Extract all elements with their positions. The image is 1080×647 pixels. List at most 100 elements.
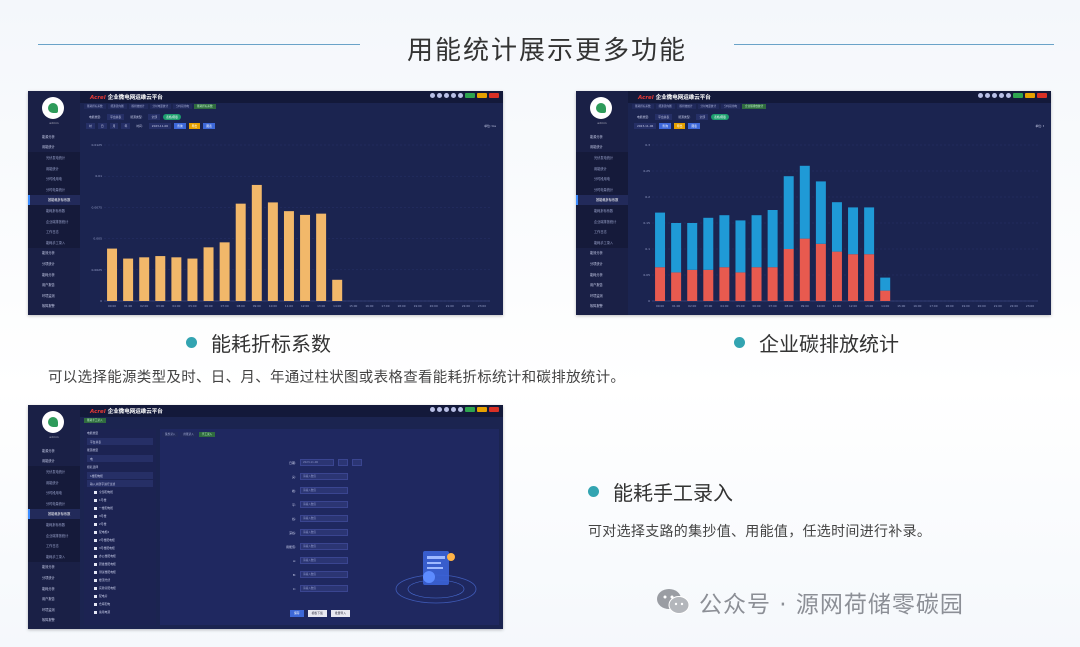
sidebar-item-bottom-2[interactable]: 能耗分析 <box>28 583 80 594</box>
sidebar-subitem-7[interactable]: 工作日志 <box>28 226 80 237</box>
tree-node[interactable]: 测试楼配电柜 <box>84 568 156 576</box>
tree-node[interactable]: 办公楼配电柜 <box>84 552 156 560</box>
checkbox-icon[interactable] <box>94 538 97 542</box>
screen-icon[interactable] <box>444 407 449 412</box>
query-button[interactable]: 查询 <box>174 122 186 129</box>
sidebar-item-bottom-1[interactable]: 分项统计 <box>576 258 628 269</box>
sidebar-subitem-7[interactable]: 工作日志 <box>28 540 80 551</box>
sidebar-subitem-8[interactable]: 能耗手工录入 <box>28 550 80 562</box>
sidebar-item-top-0[interactable]: 能源分析 <box>28 131 80 142</box>
sidebar-item-bottom-3[interactable]: 用户报告 <box>576 279 628 290</box>
field-input[interactable]: 请输入数值 <box>300 487 348 494</box>
tab-0[interactable]: 集抄录入 <box>162 432 179 437</box>
sidebar-subitem-2[interactable]: 分时段用电 <box>28 173 80 184</box>
status-yellow-badge[interactable] <box>477 407 487 412</box>
tree-node[interactable]: 仓库配电 <box>84 600 156 608</box>
status-red-badge[interactable] <box>1037 93 1047 98</box>
tree-search-input[interactable]: 输入关键字进行过滤 <box>87 480 153 487</box>
sidebar-item-bottom-2[interactable]: 能耗分析 <box>28 269 80 280</box>
search-icon[interactable] <box>978 93 983 98</box>
tree-node[interactable]: 3号楼 <box>84 512 156 520</box>
sidebar-subitem-2[interactable]: 分时段用电 <box>28 487 80 498</box>
checkbox-icon[interactable] <box>94 506 97 510</box>
tree-node[interactable]: 研发楼配电柜 <box>84 560 156 568</box>
checkbox-icon[interactable] <box>94 594 97 598</box>
area-select[interactable]: 平台总表 <box>107 113 125 120</box>
period-month[interactable]: 月 <box>109 122 119 129</box>
area-select[interactable]: 平台总表 <box>655 113 673 120</box>
tab-4[interactable]: 分时段用电 <box>721 104 741 109</box>
sidebar-item-bottom-1[interactable]: 分项统计 <box>28 258 80 269</box>
chart-button[interactable]: 图表 <box>688 122 701 129</box>
tab-3[interactable]: 分时电量统计 <box>697 104 720 109</box>
sidebar-subitem-0[interactable]: 光伏发电统计 <box>576 152 628 163</box>
date-input[interactable]: 2023-11-06 <box>300 459 334 466</box>
checkbox-icon[interactable] <box>94 586 97 590</box>
checkbox-icon[interactable] <box>94 562 97 566</box>
hour-select[interactable] <box>338 459 348 466</box>
status-green-badge[interactable] <box>465 407 475 412</box>
field-input[interactable]: 请输入数值 <box>300 571 348 578</box>
tab-2[interactable]: 碳排放统计 <box>128 104 148 109</box>
sidebar-item-bottom-0[interactable]: 能效分析 <box>28 248 80 259</box>
sidebar-item-bottom-4[interactable]: 环境监测 <box>28 290 80 301</box>
export-button[interactable]: 导出 <box>673 122 686 129</box>
fullscreen-icon[interactable] <box>999 93 1004 98</box>
sidebar-subitem-1[interactable]: 用能统计 <box>28 476 80 488</box>
bell-icon[interactable] <box>458 93 463 98</box>
checkbox-icon[interactable] <box>94 522 97 526</box>
status-green-badge[interactable] <box>1013 93 1023 98</box>
field-input[interactable]: 请输入数值 <box>300 543 348 550</box>
checkbox-icon[interactable] <box>94 490 97 494</box>
sidebar-subitem-1[interactable]: 用能统计 <box>28 162 80 174</box>
tab-1[interactable]: 能源流向图 <box>655 104 675 109</box>
field-input[interactable]: 请输入数值 <box>300 501 348 508</box>
field-input[interactable]: 请输入数值 <box>300 585 348 592</box>
status-yellow-badge[interactable] <box>477 93 487 98</box>
sidebar-item-bottom-0[interactable]: 能效分析 <box>28 562 80 573</box>
checkbox-icon[interactable] <box>94 514 97 518</box>
sidebar-subitem-6[interactable]: 企业碳排放统计 <box>576 215 628 227</box>
sidebar-subitem-1[interactable]: 用能统计 <box>576 162 628 174</box>
checkbox-icon[interactable] <box>94 578 97 582</box>
sidebar-item-bottom-4[interactable]: 环境监测 <box>28 604 80 615</box>
sidebar-subitem-0[interactable]: 光伏发电统计 <box>28 152 80 163</box>
sidebar-item-bottom-5[interactable]: 故障报警 <box>28 301 80 312</box>
tree-node[interactable]: 全部配电柜 <box>84 488 156 496</box>
bell-icon[interactable] <box>1006 93 1011 98</box>
checkbox-icon[interactable] <box>94 602 97 606</box>
field-input[interactable]: 请输入数值 <box>300 473 348 480</box>
sidebar-item-bottom-4[interactable]: 环境监测 <box>576 290 628 301</box>
tab-0[interactable]: 能耗折标系数 <box>632 104 654 109</box>
sidebar-subitem-6[interactable]: 企业碳排放统计 <box>28 529 80 541</box>
status-red-badge[interactable] <box>489 407 499 412</box>
sidebar-item-top-0[interactable]: 能源分析 <box>576 131 628 142</box>
tab-2[interactable]: 碳排放统计 <box>676 104 696 109</box>
search-icon[interactable] <box>430 407 435 412</box>
sidebar-item-bottom-5[interactable]: 故障报警 <box>28 615 80 626</box>
field-input[interactable]: 请输入数值 <box>300 529 348 536</box>
checkbox-icon[interactable] <box>94 546 97 550</box>
date-picker[interactable]: 2023-11-06 <box>634 122 657 129</box>
screen-icon[interactable] <box>444 93 449 98</box>
tree-node[interactable]: 一楼配电柜 <box>84 504 156 512</box>
tree-node[interactable]: 1号楼 <box>84 496 156 504</box>
sidebar-item-bottom-3[interactable]: 用户报告 <box>28 279 80 290</box>
sidebar-subitem-7[interactable]: 工作日志 <box>576 226 628 237</box>
settings-icon[interactable] <box>437 93 442 98</box>
sidebar-item-bottom-5[interactable]: 故障报警 <box>576 301 628 312</box>
fullscreen-icon[interactable] <box>451 93 456 98</box>
status-green-badge[interactable] <box>465 93 475 98</box>
export-button[interactable]: 导出 <box>188 122 201 129</box>
checkbox-icon[interactable] <box>94 610 97 614</box>
settings-icon[interactable] <box>985 93 990 98</box>
tab-5[interactable]: 企业碳排放统计 <box>742 104 767 109</box>
sidebar-item-top-1[interactable]: 用能统计 <box>28 142 80 153</box>
energy-select[interactable]: 全部 <box>696 113 709 120</box>
sidebar-subitem-3[interactable]: 分时电量统计 <box>28 183 80 195</box>
settings-icon[interactable] <box>437 407 442 412</box>
checkbox-icon[interactable] <box>94 530 97 534</box>
checkbox-icon[interactable] <box>94 570 97 574</box>
tree-node[interactable]: 实验室配电柜 <box>84 584 156 592</box>
sidebar-subitem-3[interactable]: 分时电量统计 <box>28 497 80 509</box>
